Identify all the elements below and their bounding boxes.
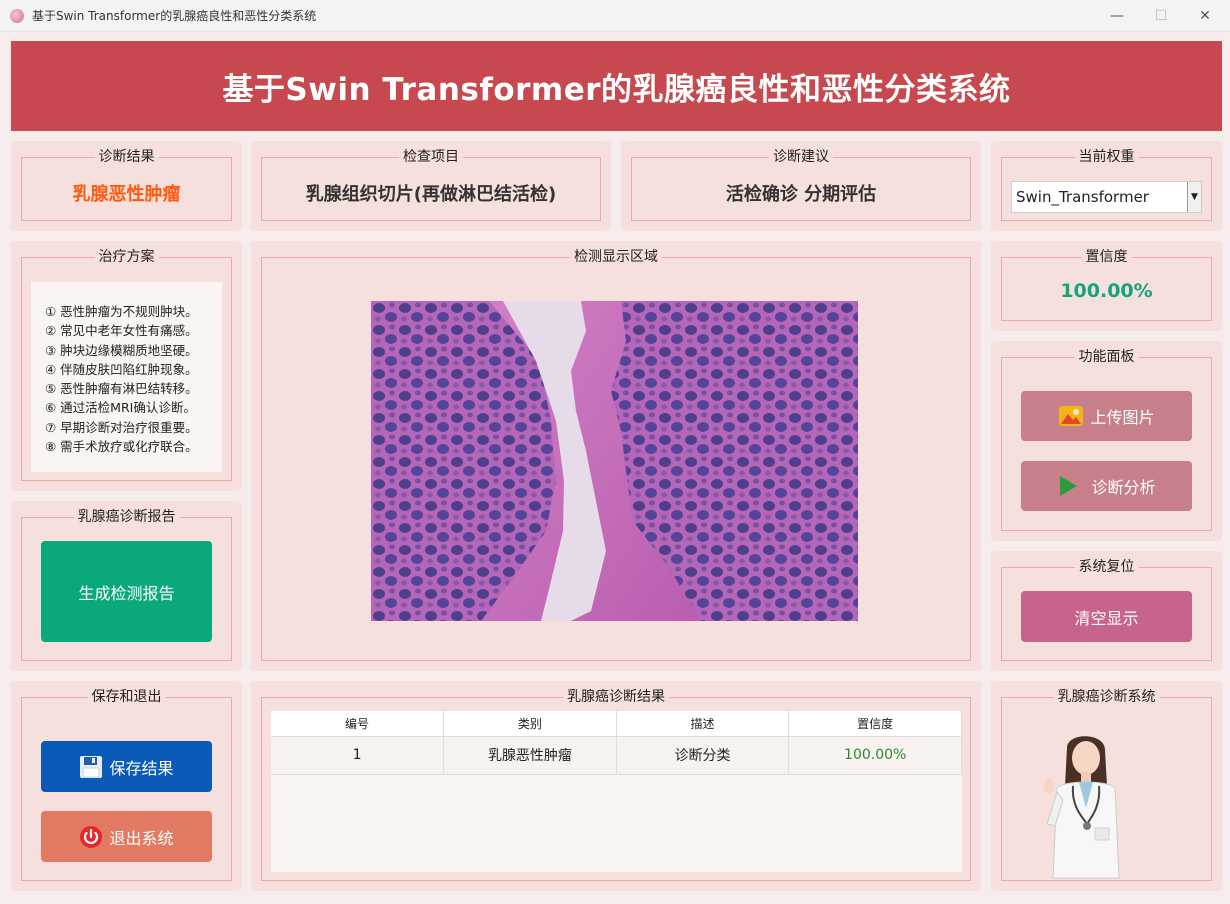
treatment-item: ⑧ 需手术放疗或化疗联合。 xyxy=(45,439,198,455)
upload-image-button[interactable]: 上传图片 xyxy=(1021,391,1192,441)
maximize-button[interactable]: ☐ xyxy=(1138,0,1184,32)
clear-display-button[interactable]: 清空显示 xyxy=(1021,591,1192,642)
page-title: 基于Swin Transformer的乳腺癌良性和恶性分类系统 xyxy=(222,71,1011,108)
doctor-illustration xyxy=(1044,736,1120,879)
advice-value: 活检确诊 分期评估 xyxy=(725,184,877,205)
function-label: 功能面板 xyxy=(1074,349,1139,365)
table-cell: 诊断分类 xyxy=(616,736,790,775)
histology-image xyxy=(371,301,858,621)
treatment-panel: 治疗方案 ① 恶性肿瘤为不规则肿块。 ② 常见中老年女性有痛感。 ③ 肿块边缘模… xyxy=(11,241,242,491)
exit-system-button[interactable]: 退出系统 xyxy=(41,811,212,862)
results-table: 编号 类别 描述 置信度 1 乳腺恶性肿瘤 诊断分类 100.00% xyxy=(271,711,962,775)
image-icon xyxy=(1059,406,1084,426)
minimize-button[interactable]: — xyxy=(1094,0,1140,32)
treatment-item: ③ 肿块边缘模糊质地坚硬。 xyxy=(45,342,198,358)
report-panel: 乳腺癌诊断报告 生成检测报告 xyxy=(11,501,242,671)
table-cell: 乳腺恶性肿瘤 xyxy=(443,736,617,775)
weight-selected-value: Swin_Transformer xyxy=(1016,188,1149,206)
exam-item-panel: 检查项目 乳腺组织切片(再做淋巴结活检) xyxy=(251,141,611,231)
column-header[interactable]: 置信度 xyxy=(788,711,962,737)
app-icon xyxy=(10,8,24,23)
column-header[interactable]: 类别 xyxy=(443,711,617,737)
reset-panel: 系统复位 清空显示 xyxy=(991,551,1222,671)
generate-report-label: 生成检测报告 xyxy=(78,583,175,603)
save-results-label: 保存结果 xyxy=(109,758,174,778)
function-panel: 功能面板 上传图片 诊断分析 xyxy=(991,341,1222,541)
advice-label: 诊断建议 xyxy=(769,149,833,165)
save-results-button[interactable]: 保存结果 xyxy=(41,741,212,792)
treatment-item: ⑤ 恶性肿瘤有淋巴结转移。 xyxy=(45,381,198,397)
table-header-row: 编号 类别 描述 置信度 xyxy=(271,711,962,737)
weight-select[interactable]: Swin_Transformer ▼ xyxy=(1011,181,1202,213)
window-title: 基于Swin Transformer的乳腺癌良性和恶性分类系统 xyxy=(32,9,317,23)
dropdown-arrow-icon[interactable]: ▼ xyxy=(1187,182,1201,212)
header-banner: 基于Swin Transformer的乳腺癌良性和恶性分类系统 xyxy=(11,41,1222,131)
weight-label: 当前权重 xyxy=(1074,149,1139,165)
results-table-area: 编号 类别 描述 置信度 1 乳腺恶性肿瘤 诊断分类 100.00% xyxy=(271,711,962,872)
diagnosis-result-label: 诊断结果 xyxy=(94,149,159,165)
window-titlebar: 基于Swin Transformer的乳腺癌良性和恶性分类系统 — ☐ ✕ xyxy=(0,0,1230,32)
system-panel: 乳腺癌诊断系统 xyxy=(991,681,1222,891)
weight-panel: 当前权重 Swin_Transformer ▼ xyxy=(991,141,1222,231)
treatment-label: 治疗方案 xyxy=(94,249,159,265)
floppy-disk-icon xyxy=(80,755,103,778)
upload-image-label: 上传图片 xyxy=(1090,408,1155,427)
clear-display-label: 清空显示 xyxy=(1074,608,1139,628)
diagnosis-result-value: 乳腺恶性肿瘤 xyxy=(72,184,181,205)
display-label: 检测显示区域 xyxy=(570,249,662,265)
display-panel: 检测显示区域 xyxy=(251,241,981,671)
system-panel-label: 乳腺癌诊断系统 xyxy=(1053,689,1160,705)
confidence-value: 100.00% xyxy=(1060,280,1153,302)
table-cell: 1 xyxy=(271,736,445,775)
treatment-item: ① 恶性肿瘤为不规则肿块。 xyxy=(45,304,198,319)
reset-label: 系统复位 xyxy=(1074,559,1139,575)
analyze-button[interactable]: 诊断分析 xyxy=(1021,461,1192,511)
play-icon xyxy=(1060,476,1078,496)
advice-panel: 诊断建议 活检确诊 分期评估 xyxy=(621,141,981,231)
confidence-label: 置信度 xyxy=(1081,249,1132,265)
confidence-panel: 置信度 100.00% xyxy=(991,241,1222,331)
exam-item-label: 检查项目 xyxy=(399,149,463,165)
treatment-item: ⑥ 通过活检MRI确认诊断。 xyxy=(45,400,196,416)
column-header[interactable]: 描述 xyxy=(616,711,790,737)
treatment-item: ④ 伴随皮肤凹陷红肿现象。 xyxy=(45,361,198,377)
results-panel: 乳腺癌诊断结果 编号 类别 描述 置信度 1 乳腺恶性肿瘤 诊断分类 100.0… xyxy=(251,681,981,891)
save-exit-label: 保存和退出 xyxy=(87,689,166,705)
close-button[interactable]: ✕ xyxy=(1182,0,1228,32)
treatment-list: ① 恶性肿瘤为不规则肿块。 ② 常见中老年女性有痛感。 ③ 肿块边缘模糊质地坚硬… xyxy=(31,282,222,472)
generate-report-button[interactable]: 生成检测报告 xyxy=(41,541,212,642)
diagnosis-result-panel: 诊断结果 乳腺恶性肿瘤 xyxy=(11,141,242,231)
treatment-item: ② 常见中老年女性有痛感。 xyxy=(45,323,198,339)
exam-item-value: 乳腺组织切片(再做淋巴结活检) xyxy=(305,184,557,205)
exit-system-label: 退出系统 xyxy=(109,828,174,848)
table-cell: 100.00% xyxy=(788,736,962,775)
results-label: 乳腺癌诊断结果 xyxy=(563,689,669,705)
report-label: 乳腺癌诊断报告 xyxy=(73,509,180,525)
column-header[interactable]: 编号 xyxy=(271,711,445,737)
treatment-item: ⑦ 早期诊断对治疗很重要。 xyxy=(45,419,198,435)
analyze-label: 诊断分析 xyxy=(1091,478,1156,497)
save-exit-panel: 保存和退出 保存结果 退出系统 xyxy=(11,681,242,891)
table-row[interactable]: 1 乳腺恶性肿瘤 诊断分类 100.00% xyxy=(271,736,962,775)
power-icon xyxy=(80,825,103,848)
